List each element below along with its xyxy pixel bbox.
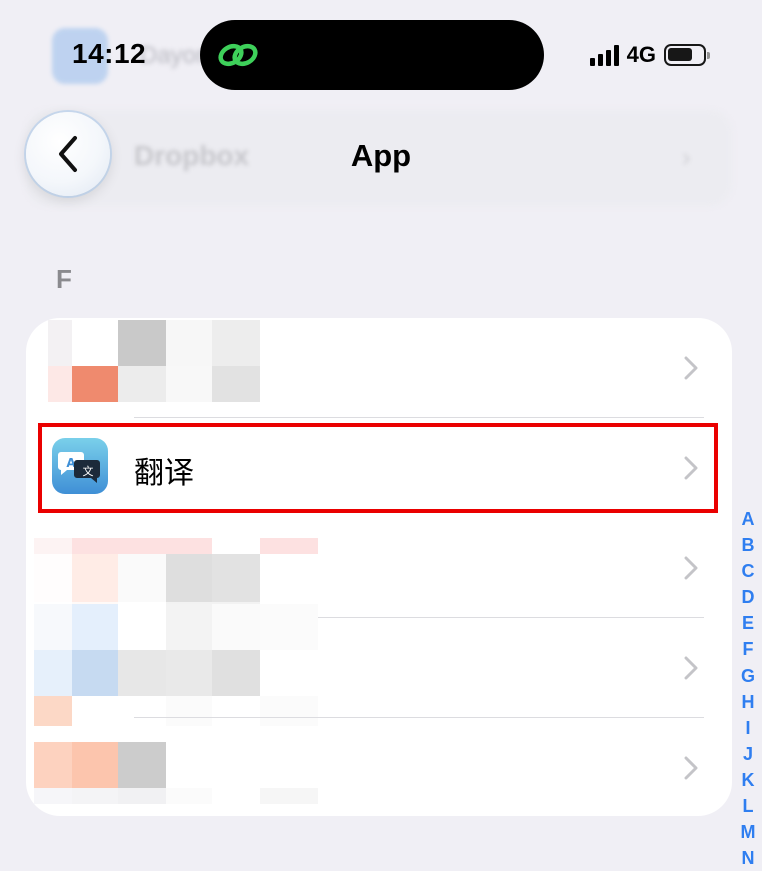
chevron-right-icon bbox=[684, 356, 698, 380]
status-indicators: 4G bbox=[589, 42, 710, 68]
index-letter[interactable]: K bbox=[742, 767, 755, 793]
page-title: App bbox=[350, 138, 412, 173]
index-letter[interactable]: C bbox=[742, 558, 755, 584]
list-item[interactable] bbox=[26, 518, 732, 620]
signal-icon bbox=[589, 44, 619, 66]
index-letter[interactable]: H bbox=[742, 689, 755, 715]
dynamic-island bbox=[200, 20, 544, 90]
index-letter[interactable]: A bbox=[742, 506, 755, 532]
pixelated-app-icon bbox=[34, 742, 318, 804]
index-letter[interactable]: L bbox=[743, 793, 754, 819]
network-type: 4G bbox=[626, 42, 656, 67]
index-letter[interactable]: I bbox=[745, 715, 750, 741]
list-item[interactable] bbox=[26, 718, 732, 816]
chevron-right-icon bbox=[684, 556, 698, 580]
pixelated-app-icon bbox=[34, 604, 318, 726]
list-item[interactable] bbox=[26, 604, 732, 726]
chevron-right-icon bbox=[684, 756, 698, 780]
index-letter[interactable]: M bbox=[741, 819, 756, 845]
app-list: A 文 翻译 bbox=[26, 318, 732, 816]
index-letter[interactable]: E bbox=[742, 610, 754, 636]
battery-icon bbox=[664, 44, 710, 66]
index-letter[interactable]: B bbox=[742, 532, 755, 558]
index-letter[interactable]: D bbox=[742, 584, 755, 610]
pixelated-app-icon bbox=[48, 320, 260, 402]
selection-highlight bbox=[38, 423, 718, 513]
status-time: 14:12 bbox=[72, 38, 147, 69]
link-activity-icon bbox=[218, 43, 258, 67]
index-letter[interactable]: G bbox=[741, 663, 755, 689]
section-index[interactable]: A B C D E F G H I J K L M N bbox=[736, 506, 760, 871]
index-letter[interactable]: F bbox=[743, 636, 754, 662]
index-letter[interactable]: J bbox=[743, 741, 753, 767]
list-item[interactable] bbox=[26, 318, 732, 418]
chevron-right-icon bbox=[684, 656, 698, 680]
section-header: F bbox=[56, 264, 72, 294]
index-letter[interactable]: N bbox=[742, 845, 755, 871]
